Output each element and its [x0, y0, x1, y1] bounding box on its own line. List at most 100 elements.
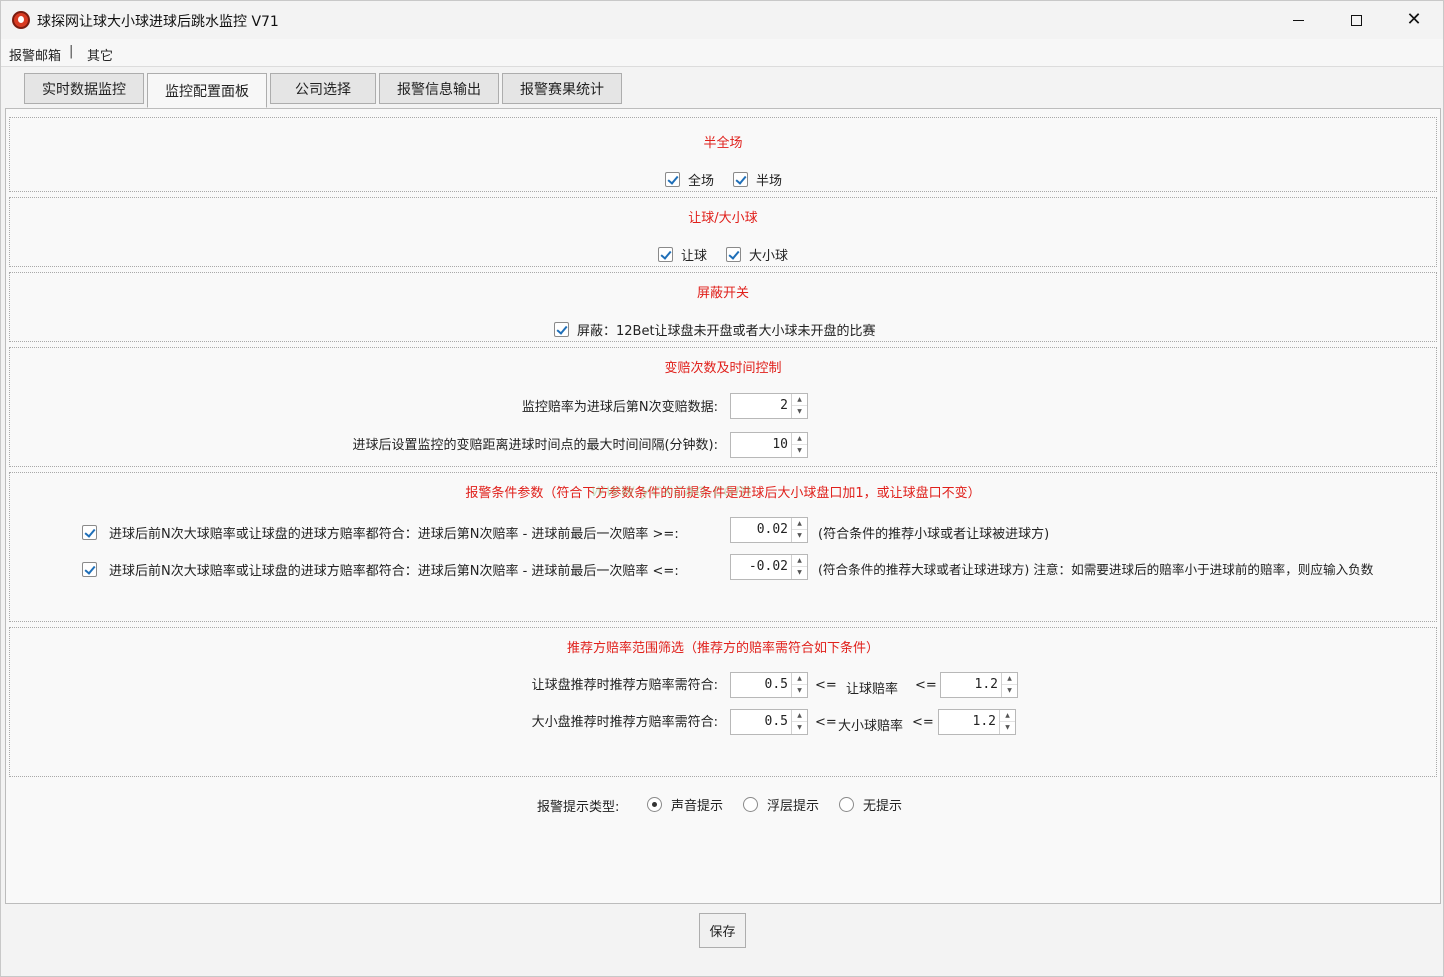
checkbox-full-match-label: 全场 [688, 174, 715, 189]
radio-sound-alert[interactable]: 声音提示 [647, 795, 723, 814]
spinner-up-icon[interactable]: ▲ [1000, 710, 1015, 722]
title-bar: 球探网让球大小球进球后跳水监控 V71 ✕ [1, 1, 1443, 39]
checkbox-alarm-over[interactable]: 进球后前N次大球赔率或让球盘的进球方赔率都符合：进球后第N次赔率 - 进球前最后… [82, 523, 679, 542]
maximize-icon [1350, 14, 1362, 26]
alarm-over-note: (符合条件的推荐小球或者让球被进球方) [818, 527, 1050, 542]
alarm-under-value[interactable]: -0.02 [749, 559, 788, 574]
checkbox-handicap-label: 让球 [681, 249, 708, 264]
ou-max-value[interactable]: 1.2 [973, 714, 996, 729]
ou-min-spinner[interactable]: 0.5 ▲ ▼ [730, 709, 808, 735]
handicap-op1: <= [815, 678, 837, 693]
handicap-min-spinner[interactable]: 0.5 ▲ ▼ [730, 672, 808, 698]
spinner-up-icon[interactable]: ▲ [792, 394, 807, 406]
spinner-up-icon[interactable]: ▲ [792, 518, 807, 530]
checkbox-shield-box[interactable] [554, 322, 569, 337]
spinner-up-icon[interactable]: ▲ [792, 433, 807, 445]
section-title-half-full: 半全场 [703, 136, 743, 151]
window-title: 球探网让球大小球进球后跳水监控 V71 [37, 14, 279, 30]
menu-bar: 报警邮箱 | 其它 [1, 39, 1443, 67]
checkbox-shield-label: 屏蔽：12Bet让球盘未开盘或者大小球未开盘的比赛 [577, 324, 876, 339]
alarm-under-label: 进球后前N次大球赔率或让球盘的进球方赔率都符合：进球后第N次赔率 - 进球前最后… [109, 564, 679, 579]
watermark-text: www.ycxcao.com [591, 481, 753, 501]
section-recommend-range: 推荐方赔率范围筛选（推荐方的赔率需符合如下条件） 让球盘推荐时推荐方赔率需符合:… [9, 627, 1437, 777]
checkbox-shield[interactable]: 屏蔽：12Bet让球盘未开盘或者大小球未开盘的比赛 [554, 320, 876, 339]
max-interval-spinner[interactable]: 10 ▲ ▼ [730, 432, 808, 458]
spinner-down-icon[interactable]: ▼ [792, 685, 807, 697]
alarm-under-spinner[interactable]: -0.02 ▲ ▼ [730, 554, 808, 580]
checkbox-alarm-over-box[interactable] [82, 525, 97, 540]
radio-popup-alert[interactable]: 浮层提示 [743, 795, 819, 814]
section-handicap-ou: 让球/大小球 让球 大小球 [9, 197, 1437, 267]
spinner-down-icon[interactable]: ▼ [1000, 722, 1015, 734]
checkbox-handicap-box[interactable] [658, 247, 673, 262]
odds-change-n-value[interactable]: 2 [780, 398, 788, 413]
checkbox-half-match-label: 半场 [756, 174, 783, 189]
spinner-up-icon[interactable]: ▲ [792, 673, 807, 685]
checkbox-over-under-label: 大小球 [749, 249, 789, 264]
app-logo-icon [12, 11, 30, 29]
tab-realtime-monitor[interactable]: 实时数据监控 [24, 73, 144, 104]
checkbox-over-under[interactable]: 大小球 [726, 245, 788, 264]
checkbox-half-match[interactable]: 半场 [733, 170, 782, 189]
menu-item-other[interactable]: 其它 [87, 45, 113, 64]
alarm-over-value[interactable]: 0.02 [757, 522, 788, 537]
radio-popup-alert-circle[interactable] [743, 797, 758, 812]
maximize-button[interactable] [1327, 1, 1385, 39]
spinner-down-icon[interactable]: ▼ [1002, 685, 1017, 697]
handicap-max-spinner[interactable]: 1.2 ▲ ▼ [940, 672, 1018, 698]
ou-max-spinner[interactable]: 1.2 ▲ ▼ [938, 709, 1016, 735]
radio-popup-alert-label: 浮层提示 [767, 799, 820, 814]
tab-alarm-output[interactable]: 报警信息输出 [379, 73, 499, 104]
handicap-max-value[interactable]: 1.2 [975, 677, 998, 692]
handicap-range-label: 让球盘推荐时推荐方赔率需符合: [531, 678, 718, 693]
radio-sound-alert-circle[interactable] [647, 797, 662, 812]
checkbox-alarm-under-box[interactable] [82, 562, 97, 577]
tab-alarm-stats[interactable]: 报警赛果统计 [502, 73, 622, 104]
spinner-up-icon[interactable]: ▲ [792, 555, 807, 567]
minimize-icon [1292, 19, 1304, 21]
tab-bar: 实时数据监控 监控配置面板 公司选择 报警信息输出 报警赛果统计 [1, 68, 1443, 108]
spinner-down-icon[interactable]: ▼ [792, 530, 807, 542]
max-interval-label: 进球后设置监控的变赔距离进球时间点的最大时间间隔(分钟数): [352, 438, 718, 453]
spinner-down-icon[interactable]: ▼ [792, 406, 807, 418]
ou-op2: <= [912, 715, 934, 730]
checkbox-full-match-box[interactable] [665, 172, 680, 187]
section-half-full: 半全场 全场 半场 [9, 117, 1437, 192]
checkbox-full-match[interactable]: 全场 [665, 170, 714, 189]
spinner-up-icon[interactable]: ▲ [792, 710, 807, 722]
close-button[interactable]: ✕ [1385, 1, 1443, 39]
spinner-down-icon[interactable]: ▼ [792, 722, 807, 734]
alert-type-label: 报警提示类型: [537, 800, 620, 815]
spinner-down-icon[interactable]: ▼ [792, 567, 807, 579]
save-button[interactable]: 保存 [699, 913, 746, 948]
section-odds-change: 变赔次数及时间控制 监控赔率为进球后第N次变赔数据: 2 ▲ ▼ 进球后设置监控的… [9, 347, 1437, 467]
ou-range-label: 大小盘推荐时推荐方赔率需符合: [531, 715, 718, 730]
section-title-recommend-range: 推荐方赔率范围筛选（推荐方的赔率需符合如下条件） [566, 641, 879, 656]
radio-no-alert[interactable]: 无提示 [839, 795, 902, 814]
spinner-down-icon[interactable]: ▼ [792, 445, 807, 457]
odds-change-n-label: 监控赔率为进球后第N次变赔数据: [521, 400, 718, 415]
tab-company-select[interactable]: 公司选择 [270, 73, 376, 104]
alarm-over-spinner[interactable]: 0.02 ▲ ▼ [730, 517, 808, 543]
spinner-up-icon[interactable]: ▲ [1002, 673, 1017, 685]
checkbox-half-match-box[interactable] [733, 172, 748, 187]
ou-min-value[interactable]: 0.5 [765, 714, 788, 729]
ou-odds-text: 大小球赔率 [838, 719, 904, 734]
max-interval-value[interactable]: 10 [772, 437, 788, 452]
menu-item-alarm-email[interactable]: 报警邮箱 [9, 45, 61, 64]
section-title-odds-change: 变赔次数及时间控制 [664, 361, 782, 376]
radio-sound-alert-label: 声音提示 [671, 799, 724, 814]
checkbox-handicap[interactable]: 让球 [658, 245, 707, 264]
handicap-min-value[interactable]: 0.5 [765, 677, 788, 692]
checkbox-over-under-box[interactable] [726, 247, 741, 262]
app-window: 球探网让球大小球进球后跳水监控 V71 ✕ 报警邮箱 | 其它 实时数据监控 监… [0, 0, 1444, 977]
alarm-over-label: 进球后前N次大球赔率或让球盘的进球方赔率都符合：进球后第N次赔率 - 进球前最后… [109, 527, 679, 542]
section-title-shield: 屏蔽开关 [696, 286, 749, 301]
minimize-button[interactable] [1269, 1, 1327, 39]
tab-monitor-config[interactable]: 监控配置面板 [147, 73, 267, 108]
checkbox-alarm-under[interactable]: 进球后前N次大球赔率或让球盘的进球方赔率都符合：进球后第N次赔率 - 进球前最后… [82, 560, 679, 579]
odds-change-n-spinner[interactable]: 2 ▲ ▼ [730, 393, 808, 419]
section-title-handicap-ou: 让球/大小球 [688, 211, 758, 226]
radio-no-alert-circle[interactable] [839, 797, 854, 812]
section-shield: 屏蔽开关 屏蔽：12Bet让球盘未开盘或者大小球未开盘的比赛 [9, 272, 1437, 342]
